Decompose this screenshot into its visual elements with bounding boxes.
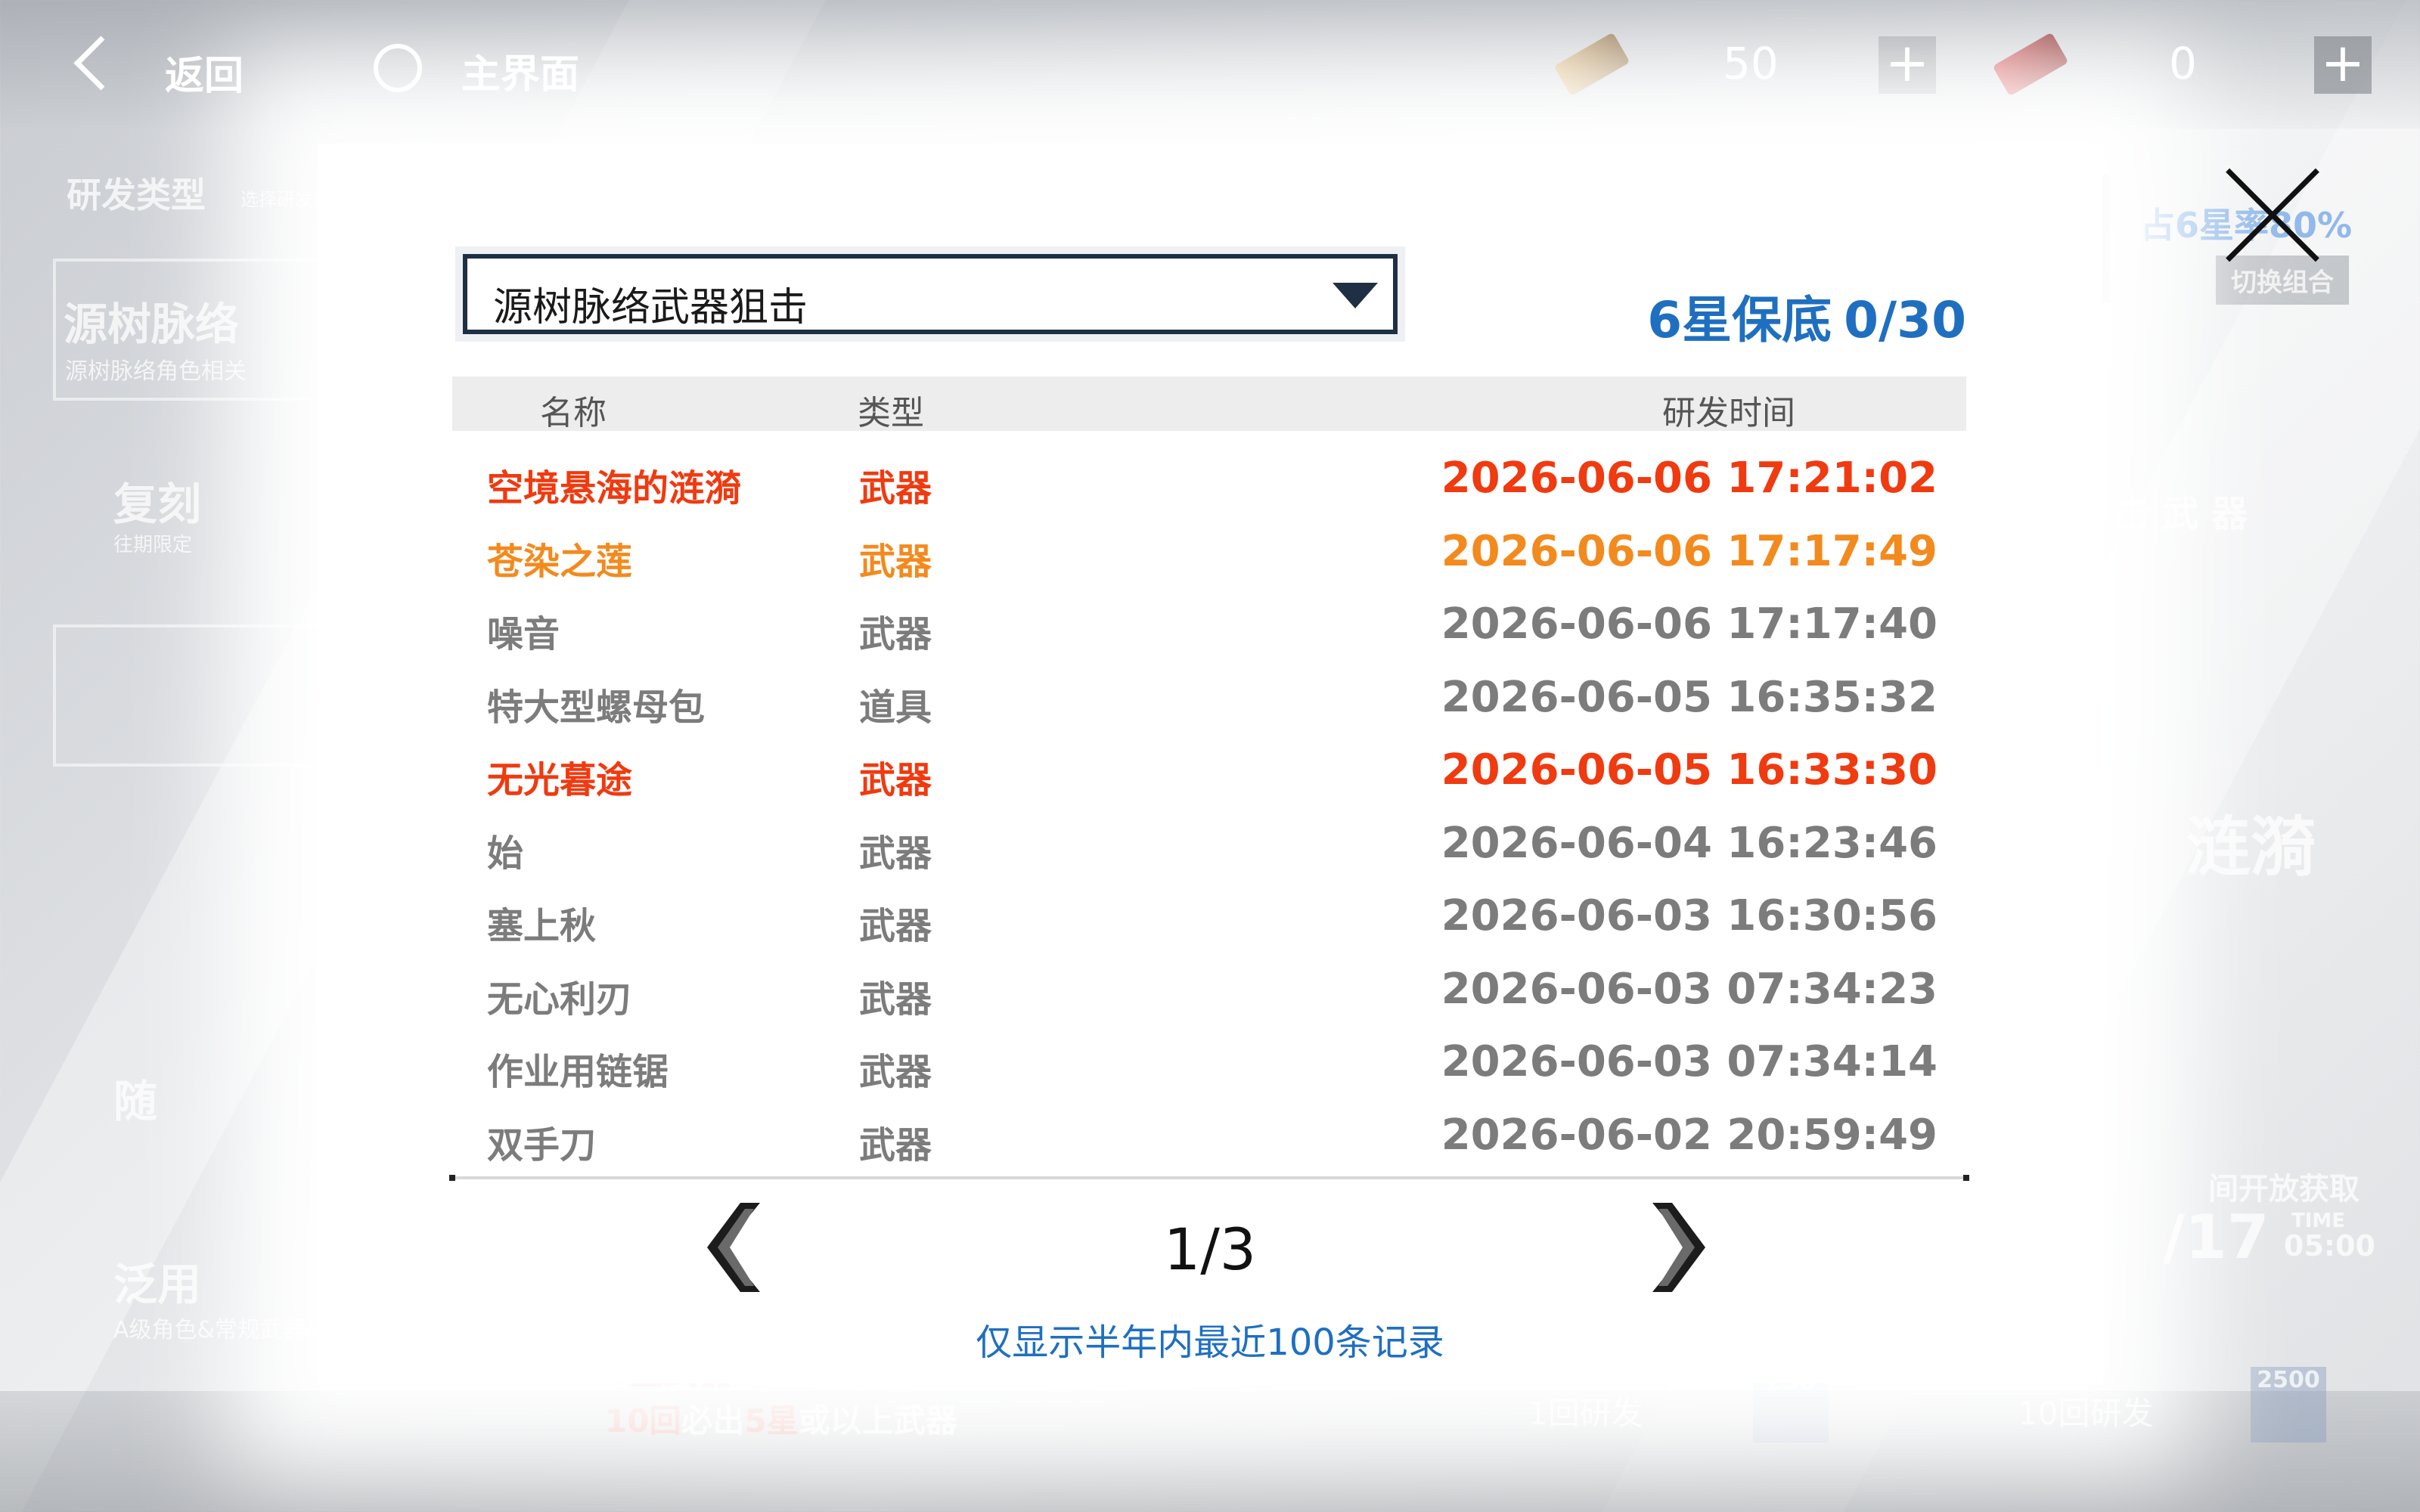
item-time: 2026-06-06 17:17:49 — [1441, 526, 1938, 576]
column-header-name: 名称 — [540, 394, 607, 432]
item-type: 武器 — [859, 1051, 932, 1093]
table-bottom-rule — [449, 1175, 1969, 1181]
table-row: 空境悬海的涟漪 武器 2026-06-06 17:21:02 — [452, 445, 1966, 517]
item-time: 2026-06-02 20:59:49 — [1441, 1110, 1938, 1160]
banner-must: 必出 — [681, 1402, 745, 1439]
item-name: 塞上秋 — [487, 905, 597, 947]
table-row: 噪音 武器 2026-06-06 17:17:40 — [452, 590, 1966, 663]
single-pull-button[interactable]: 1回研发 — [1528, 1388, 1643, 1434]
table-row: 塞上秋 武器 2026-06-03 16:30:56 — [452, 882, 1966, 955]
item-type: 武器 — [859, 978, 932, 1021]
pity-label: 6星保底 — [1647, 291, 1832, 349]
item-name: 空境悬海的涟漪 — [487, 467, 742, 510]
item-type: 武器 — [859, 759, 932, 801]
home-label[interactable]: 主界面 — [461, 42, 579, 99]
pool-card-third[interactable] — [53, 624, 346, 767]
back-label[interactable]: 返回 — [165, 44, 244, 101]
item-type: 武器 — [859, 905, 932, 947]
table-row: 始 武器 2026-06-04 16:23:46 — [452, 810, 1966, 882]
item-time: 2026-06-05 16:35:32 — [1441, 672, 1938, 722]
item-name: 特大型螺母包 — [487, 686, 706, 729]
item-type: 武器 — [859, 467, 932, 510]
pool-select-value: 源树脉络武器狙击 — [493, 285, 808, 330]
table-row: 无心利刃 武器 2026-06-03 07:34:23 — [452, 956, 1966, 1028]
pool-card-rerun-title[interactable]: 复刻 — [113, 469, 201, 532]
item-time: 2026-06-03 16:30:56 — [1441, 891, 1938, 940]
item-time: 2026-06-05 16:33:30 — [1441, 745, 1938, 795]
item-name: 双手刀 — [487, 1123, 597, 1167]
bottom-bar: 6星武器 已研发0/30 10回必出5星或以上武器 1回研发 250 10回研发… — [0, 1351, 2420, 1512]
banner-five-star: 5星 — [744, 1402, 799, 1439]
home-icon[interactable] — [374, 44, 422, 92]
item-name: 无光暮途 — [487, 759, 633, 801]
banner-line2: 10回必出5星或以上武器 — [605, 1396, 957, 1442]
coin-resource-icon — [1553, 32, 1630, 97]
item-type: 武器 — [859, 832, 932, 875]
pool-card-main[interactable]: 源树脉络 源树脉络角色相关 — [53, 259, 346, 401]
item-time: 2026-06-03 07:34:14 — [1441, 1037, 1938, 1086]
pool-card-general-title[interactable]: 泛用 — [113, 1249, 201, 1312]
ten-pull-cost: 2500 — [2251, 1367, 2326, 1442]
pity-counter: 6星保底 0/30 — [1588, 280, 1966, 352]
pool-card-title: 源树脉络 — [64, 299, 240, 350]
table-row: 无光暮途 武器 2026-06-05 16:33:30 — [452, 736, 1966, 809]
pity-value: 0/30 — [1844, 291, 1966, 349]
column-header-type: 类型 — [858, 394, 924, 432]
resource2-count: 0 — [2169, 38, 2197, 89]
next-page-button[interactable] — [1645, 1198, 1705, 1297]
table-row: 特大型螺母包 道具 2026-06-05 16:35:32 — [452, 664, 1966, 736]
pool-select-dropdown[interactable]: 源树脉络武器狙击 — [463, 254, 1398, 334]
item-type: 武器 — [859, 1123, 932, 1167]
previous-page-button[interactable] — [707, 1198, 768, 1297]
featured-name-text: 涟漪 — [2186, 810, 2316, 885]
time-value: 05:00 — [2284, 1229, 2375, 1263]
back-chevron-icon[interactable] — [73, 36, 129, 91]
chevron-right-icon — [1652, 1203, 1705, 1292]
add-resource1-button[interactable]: + — [1879, 36, 1936, 94]
banner-or-above: 或以上武器 — [798, 1402, 957, 1439]
pool-card-rerun-subtitle: 往期限定 — [113, 534, 193, 556]
item-name: 始 — [487, 832, 524, 875]
triangle-down-icon[interactable] — [1333, 283, 1378, 308]
big-number-text: /17 — [2163, 1202, 2270, 1272]
close-icon[interactable] — [2220, 163, 2325, 268]
table-row: 双手刀 武器 2026-06-02 20:59:49 — [452, 1101, 1966, 1174]
pool-card-subtitle: 源树脉络角色相关 — [65, 358, 247, 385]
dev-type-title: 研发类型 — [67, 175, 206, 215]
item-time: 2026-06-03 07:34:23 — [1441, 964, 1938, 1014]
item-time: 2026-06-04 16:23:46 — [1441, 818, 1938, 868]
item-type: 武器 — [859, 540, 932, 583]
item-name: 作业用链锯 — [487, 1051, 669, 1093]
records-note: 仅显示半年内最近100条记录 — [976, 1321, 1444, 1364]
item-type: 道具 — [859, 686, 932, 729]
resource1-count: 50 — [1723, 38, 1779, 89]
column-header-time: 研发时间 — [1662, 394, 1795, 432]
banner-ten: 10回 — [605, 1402, 681, 1439]
add-resource2-button[interactable]: + — [2314, 36, 2372, 94]
page-indicator: 1/3 — [1163, 1216, 1257, 1283]
item-name: 苍染之莲 — [487, 540, 633, 583]
item-time: 2026-06-06 17:17:40 — [1441, 600, 1938, 649]
item-name: 噪音 — [487, 613, 560, 655]
ten-pull-button[interactable]: 10回研发 — [2018, 1388, 2153, 1434]
chevron-left-icon — [707, 1203, 760, 1292]
top-bar: 返回 主界面 50 + 0 + — [0, 0, 2420, 129]
table-header: 名称 类型 研发时间 — [452, 376, 1966, 432]
pool-card-random-title[interactable]: 随 — [113, 1066, 157, 1129]
ticket-resource-icon — [1992, 32, 2069, 97]
item-time: 2026-06-06 17:21:02 — [1441, 454, 1938, 503]
table-row: 作业用链锯 武器 2026-06-03 07:34:14 — [452, 1028, 1966, 1101]
item-name: 无心利刃 — [487, 978, 633, 1021]
table-row: 苍染之莲 武器 2026-06-06 17:17:49 — [452, 518, 1966, 590]
item-type: 武器 — [859, 613, 932, 655]
